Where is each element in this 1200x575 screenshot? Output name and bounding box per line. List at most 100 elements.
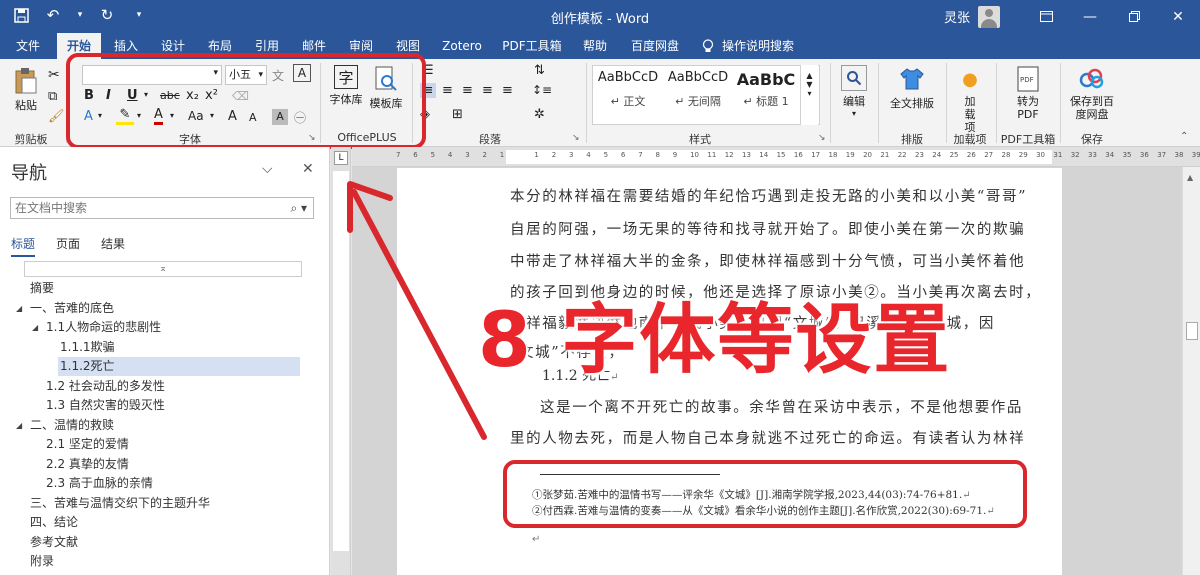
tab-baidu-pan[interactable]: 百度网盘 bbox=[625, 33, 685, 59]
addins-button[interactable]: ● 加载项 bbox=[952, 65, 988, 135]
align-center-icon[interactable]: ≡ bbox=[442, 83, 453, 98]
copy-icon[interactable]: ⧉ bbox=[48, 89, 57, 104]
ruler-tick-label: 19 bbox=[845, 151, 855, 159]
document-text-line[interactable]: 这是一个离不开死亡的故事。余华曾在采访中表示，不是他想要作品 bbox=[540, 396, 1060, 417]
line-spacing-icon[interactable]: ↕≡ bbox=[532, 83, 552, 97]
document-text-line[interactable]: 里的人物去死，而是人物自己本身就逃不过死亡的命运。有读者认为林祥 bbox=[510, 427, 1030, 448]
horizontal-ruler: 7 6 5 4 3 2 1 1 2 3 4 5 6 7 8 9 10 11 12 13 14 15 16 17 18 19 20 21… bbox=[352, 147, 1200, 167]
nav-heading-item[interactable]: 1.1.2死亡 bbox=[58, 357, 300, 376]
expand-arrow-icon[interactable]: ◢ bbox=[16, 304, 22, 313]
dialog-launcher-icon[interactable]: ↘ bbox=[818, 133, 826, 143]
nav-heading-item[interactable]: 三、苦难与温情交织下的主题升华 bbox=[28, 494, 210, 513]
full-layout-button[interactable]: 全文排版 bbox=[884, 65, 940, 111]
ruler-tick-label: 5 bbox=[430, 151, 436, 159]
nav-heading-item[interactable]: 摘要 bbox=[28, 279, 54, 298]
scroll-up-icon[interactable]: ▲ bbox=[1187, 173, 1193, 182]
expand-arrow-icon[interactable]: ◢ bbox=[16, 421, 22, 430]
nav-heading-item[interactable]: 四、结论 bbox=[28, 513, 78, 532]
tab-selector[interactable]: L bbox=[334, 151, 348, 165]
nav-heading-item[interactable]: 1.2 社会动乱的多发性 bbox=[44, 377, 165, 396]
group-addins-label: 加载项 bbox=[953, 133, 987, 146]
vertical-scrollbar[interactable]: ▲ bbox=[1182, 167, 1200, 575]
nav-tab-headings[interactable]: 标题 bbox=[11, 235, 36, 257]
editing-label: 编辑 bbox=[843, 95, 865, 108]
vertical-ruler-track bbox=[333, 171, 349, 551]
nav-heading-item[interactable]: 1.3 自然灾害的毁灭性 bbox=[44, 396, 165, 415]
document-text-line[interactable]: 本分的林祥福在需要结婚的年纪恰巧遇到走投无路的小美和以小美“哥哥” bbox=[510, 185, 1030, 206]
close-icon[interactable]: ✕ bbox=[302, 161, 314, 177]
close-icon[interactable]: ✕ bbox=[1156, 0, 1200, 33]
avatar[interactable] bbox=[978, 5, 1000, 28]
nav-collapsed-heading[interactable]: ⌅ bbox=[24, 261, 302, 277]
ruler-tick-label: 14 bbox=[759, 151, 769, 159]
style-normal[interactable]: AaBbCcD ↵ 正文 bbox=[595, 70, 661, 109]
nav-heading-item[interactable]: 附录 bbox=[28, 552, 54, 571]
paste-button[interactable]: 粘贴 bbox=[6, 67, 46, 113]
dialog-launcher-icon[interactable]: ↘ bbox=[572, 133, 580, 143]
vertical-ruler: L bbox=[331, 147, 351, 575]
ruler-tick-label: 21 bbox=[880, 151, 890, 159]
ruler-tick-label: 25 bbox=[949, 151, 959, 159]
nav-tab-results[interactable]: 结果 bbox=[101, 235, 125, 252]
tab-file[interactable]: 文件 bbox=[8, 33, 48, 59]
justify-icon[interactable]: ≡ bbox=[482, 83, 493, 98]
paragraph-mark: ↵ bbox=[532, 534, 541, 545]
group-separator bbox=[878, 63, 879, 143]
ruler-tick-label: 16 bbox=[793, 151, 803, 159]
sort-icon[interactable]: ⇅ bbox=[534, 63, 545, 78]
document-text-line[interactable]: 中带走了林祥福大半的金条，即使林祥福感到十分气愤，可当小美怀着他 bbox=[510, 250, 1030, 271]
tab-pdf-tools[interactable]: PDF工具箱 bbox=[498, 33, 566, 59]
cut-icon[interactable]: ✂ bbox=[48, 67, 60, 83]
expand-arrow-icon[interactable]: ◢ bbox=[32, 323, 38, 332]
collapse-ribbon-icon[interactable]: ⌃ bbox=[1180, 131, 1188, 142]
nav-heading-item[interactable]: 1.1.1欺骗 bbox=[58, 338, 115, 357]
user-name[interactable]: 灵张 bbox=[944, 7, 970, 26]
align-right-icon[interactable]: ≡ bbox=[462, 83, 473, 98]
format-painter-icon[interactable]: 🖌 bbox=[48, 109, 65, 124]
nav-heading-item[interactable]: 参考文献 bbox=[28, 533, 78, 552]
convert-pdf-button[interactable]: PDF 转为PDF bbox=[1004, 65, 1052, 121]
nav-search-placeholder: 在文档中搜索 bbox=[15, 201, 88, 215]
nav-heading-item[interactable]: 2.3 高于血脉的亲情 bbox=[44, 474, 153, 493]
style-heading-1[interactable]: AaBbC ↵ 标题 1 bbox=[733, 70, 799, 109]
search-icon[interactable]: ⌕ ▾ bbox=[290, 198, 307, 218]
lightbulb-icon[interactable] bbox=[700, 33, 716, 59]
chevron-down-icon[interactable]: ⌵ bbox=[262, 161, 273, 177]
distributed-icon[interactable]: ≡ bbox=[502, 83, 513, 98]
ruler-tick-label: 5 bbox=[603, 151, 609, 159]
ruler-tick-label: 4 bbox=[586, 151, 591, 159]
tab-help[interactable]: 帮助 bbox=[575, 33, 615, 59]
style-name: 标题 1 bbox=[756, 95, 789, 108]
ruler-tick-label: 4 bbox=[447, 151, 453, 159]
ruler-tick-label: 27 bbox=[984, 151, 994, 159]
title-bar: ↶ ▾ ↻ ▾ 创作模板 - Word 灵张 — ✕ bbox=[0, 0, 1200, 33]
tab-zotero[interactable]: Zotero bbox=[437, 33, 487, 59]
restore-icon[interactable] bbox=[1112, 0, 1156, 33]
style-no-spacing[interactable]: AaBbCcD ↵ 无间隔 bbox=[665, 70, 731, 109]
ruler-tick-label: 18 bbox=[828, 151, 838, 159]
ruler-tick-label: 32 bbox=[1070, 151, 1080, 159]
ruler-tick-label: 3 bbox=[569, 151, 574, 159]
document-text-line[interactable]: 自居的阿强，一场无果的等待和找寻就开始了。即使小美在第一次的欺骗 bbox=[510, 218, 1030, 239]
nav-heading-item[interactable]: 二、温情的救赎 bbox=[28, 416, 114, 435]
nav-heading-item[interactable]: 2.1 坚定的爱情 bbox=[44, 435, 129, 454]
ribbon-display-icon[interactable] bbox=[1024, 0, 1068, 33]
nav-heading-item[interactable]: 2.2 真挚的友情 bbox=[44, 455, 129, 474]
nav-heading-item[interactable]: 1.1人物命运的悲剧性 bbox=[44, 318, 161, 337]
styles-more-button[interactable]: ▲ ▼ ▾ bbox=[800, 65, 818, 125]
tell-me-search[interactable]: 操作说明搜索 bbox=[722, 33, 802, 59]
nav-tab-pages[interactable]: 页面 bbox=[56, 235, 80, 252]
annotation-box-font bbox=[66, 53, 426, 149]
borders-icon[interactable]: ⊞ bbox=[452, 107, 463, 122]
nav-search-input[interactable]: 在文档中搜索 ⌕ ▾ bbox=[10, 197, 314, 219]
nav-heading-item[interactable]: 一、苦难的底色 bbox=[28, 299, 114, 318]
ruler-tick-label: 39 bbox=[1191, 151, 1200, 159]
ruler-tick-label: 1 bbox=[534, 151, 539, 159]
editing-button[interactable]: 编辑 ▾ bbox=[836, 65, 872, 118]
minimize-icon[interactable]: — bbox=[1068, 0, 1112, 33]
asian-layout-icon[interactable]: ✲ bbox=[534, 107, 545, 122]
ruler-tick-label: 7 bbox=[638, 151, 643, 159]
save-baidu-button[interactable]: 保存到百度网盘 bbox=[1066, 65, 1118, 121]
ruler-tick-label: 38 bbox=[1174, 151, 1184, 159]
scroll-thumb[interactable] bbox=[1186, 322, 1198, 340]
